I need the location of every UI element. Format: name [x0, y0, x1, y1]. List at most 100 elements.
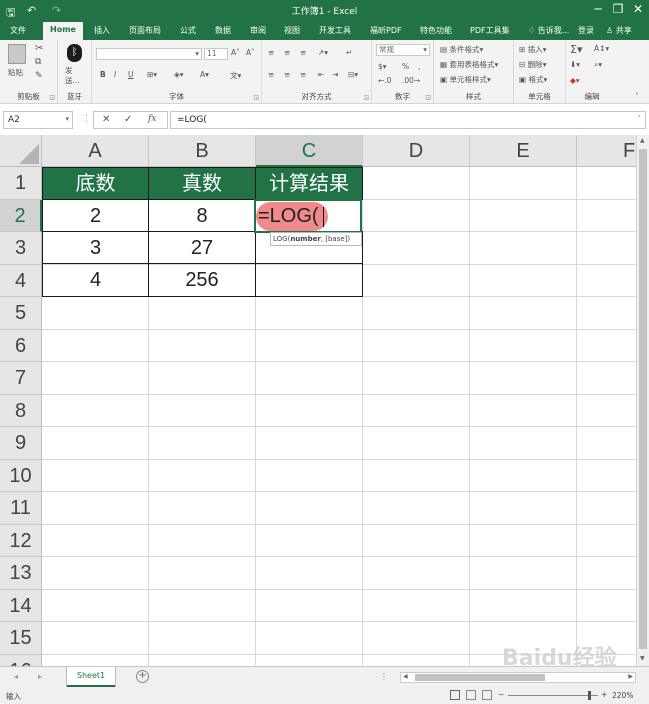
- sheet-tab-sheet1[interactable]: Sheet1: [67, 667, 115, 687]
- align-bottom-icon[interactable]: ≡: [300, 48, 306, 57]
- tab-insert[interactable]: 插入: [94, 25, 110, 36]
- horizontal-scrollbar[interactable]: ◀ ▶: [400, 672, 636, 683]
- shrink-font-icon[interactable]: A˅: [246, 48, 255, 57]
- zoom-level[interactable]: 220%: [612, 691, 633, 700]
- font-size-dropdown[interactable]: 11: [204, 48, 228, 60]
- row-header-3[interactable]: 3: [0, 232, 42, 265]
- number-format-dropdown[interactable]: 常规 ▾: [376, 44, 430, 56]
- row-header-13[interactable]: 13: [0, 557, 42, 590]
- format-as-table-button[interactable]: ▦ 套用表格格式▾: [440, 59, 498, 70]
- decrease-indent-icon[interactable]: ⇤: [318, 70, 324, 79]
- cell-b1[interactable]: 真数: [148, 167, 256, 200]
- insert-function-icon[interactable]: fx: [148, 114, 156, 124]
- clear-icon[interactable]: ◆▾: [570, 76, 580, 85]
- tab-developer[interactable]: 开发工具: [319, 25, 351, 36]
- tab-page-layout[interactable]: 页面布局: [129, 25, 161, 36]
- row-header-8[interactable]: 8: [0, 394, 42, 427]
- row-header-5[interactable]: 5: [0, 297, 42, 330]
- column-header-a[interactable]: A: [42, 135, 149, 167]
- page-break-view-icon[interactable]: [482, 690, 492, 700]
- align-center-icon[interactable]: ≡: [284, 70, 290, 79]
- column-header-d[interactable]: D: [363, 135, 470, 167]
- cell-b2[interactable]: 8: [148, 199, 256, 232]
- sort-filter-icon[interactable]: A↕▾: [594, 44, 609, 53]
- column-header-b[interactable]: B: [149, 135, 256, 167]
- fill-icon[interactable]: ⬇▾: [570, 60, 580, 69]
- format-button[interactable]: ▣ 格式▾: [519, 74, 547, 85]
- enter-icon[interactable]: ✓: [124, 114, 132, 125]
- restore-button[interactable]: ❐: [608, 2, 628, 16]
- bold-button[interactable]: B: [100, 70, 106, 79]
- decrease-decimal-icon[interactable]: .00→: [402, 76, 420, 85]
- row-header-2[interactable]: 2: [0, 199, 42, 232]
- worksheet-grid[interactable]: A B C D E F 12345678910111213141516 底数 真…: [0, 135, 636, 666]
- function-tooltip[interactable]: LOG(number, [base]): [270, 232, 362, 246]
- page-layout-view-icon[interactable]: [466, 690, 476, 700]
- normal-view-icon[interactable]: [450, 690, 460, 700]
- row-header-6[interactable]: 6: [0, 329, 42, 362]
- cell-c4[interactable]: [255, 263, 363, 297]
- row-header-15[interactable]: 15: [0, 622, 42, 655]
- prev-sheet-icon[interactable]: ◂: [14, 672, 18, 681]
- next-sheet-icon[interactable]: ▸: [38, 672, 42, 681]
- grow-font-icon[interactable]: A˄: [231, 48, 240, 57]
- font-color-icon[interactable]: A▾: [200, 70, 209, 79]
- dialog-launcher-icon[interactable]: ◲: [425, 94, 431, 101]
- cancel-icon[interactable]: ✕: [102, 114, 110, 125]
- row-header-4[interactable]: 4: [0, 264, 42, 297]
- zoom-in-icon[interactable]: +: [601, 690, 607, 699]
- horizontal-scroll-thumb[interactable]: [415, 674, 545, 681]
- tab-splitter-icon[interactable]: ⋮: [380, 672, 388, 681]
- dialog-launcher-icon[interactable]: ◲: [253, 94, 259, 101]
- cell-a4[interactable]: 4: [42, 263, 149, 297]
- row-header-12[interactable]: 12: [0, 524, 42, 557]
- scroll-left-icon[interactable]: ◀: [403, 673, 408, 680]
- vertical-scroll-thumb[interactable]: [639, 149, 647, 649]
- tab-home[interactable]: Home: [43, 22, 83, 40]
- italic-button[interactable]: I: [114, 70, 116, 79]
- wrap-text-icon[interactable]: ↵: [346, 48, 352, 57]
- increase-indent-icon[interactable]: ⇥: [332, 70, 338, 79]
- merge-icon[interactable]: ⊟▾: [348, 70, 358, 79]
- orientation-icon[interactable]: ↗▾: [318, 48, 328, 57]
- add-sheet-icon[interactable]: +: [136, 670, 149, 683]
- align-right-icon[interactable]: ≡: [300, 70, 306, 79]
- tab-features[interactable]: 特色功能: [420, 25, 452, 36]
- tab-formulas[interactable]: 公式: [180, 25, 196, 36]
- row-header-11[interactable]: 11: [0, 492, 42, 525]
- expand-formula-icon[interactable]: ˅: [638, 115, 642, 123]
- column-header-f[interactable]: F: [577, 135, 636, 167]
- minimize-button[interactable]: ─: [588, 2, 608, 16]
- align-top-icon[interactable]: ≡: [268, 48, 274, 57]
- align-left-icon[interactable]: ≡: [268, 70, 274, 79]
- name-box[interactable]: A2 ▾: [3, 111, 73, 129]
- zoom-out-icon[interactable]: −: [498, 690, 504, 699]
- cell-b4[interactable]: 256: [148, 263, 256, 297]
- align-middle-icon[interactable]: ≡: [284, 48, 290, 57]
- paste-button[interactable]: 粘贴: [8, 67, 23, 78]
- scroll-down-icon[interactable]: ▼: [640, 655, 645, 662]
- row-header-7[interactable]: 7: [0, 362, 42, 395]
- delete-button[interactable]: ⊟ 删除▾: [519, 59, 546, 70]
- active-cell-c2[interactable]: =LOG(: [254, 199, 362, 233]
- dialog-launcher-icon[interactable]: ◲: [363, 94, 369, 101]
- splitter-icon[interactable]: ⋮: [82, 114, 91, 124]
- conditional-format-button[interactable]: ▤ 条件格式▾: [440, 44, 483, 55]
- currency-icon[interactable]: $▾: [378, 62, 387, 71]
- tell-me-search[interactable]: ♢ 告诉我...: [528, 25, 569, 36]
- tab-file[interactable]: 文件: [10, 25, 26, 36]
- comma-icon[interactable]: ,: [418, 62, 420, 71]
- vertical-scrollbar[interactable]: ▲ ▼: [636, 135, 649, 666]
- cut-icon[interactable]: ✂: [35, 43, 43, 54]
- paste-icon[interactable]: [8, 44, 26, 64]
- cell-b3[interactable]: 27: [148, 231, 256, 264]
- collapse-ribbon-icon[interactable]: ˄: [635, 92, 639, 101]
- tab-foxit-pdf[interactable]: 福昕PDF: [370, 25, 402, 36]
- login-link[interactable]: 登录: [578, 25, 594, 36]
- zoom-slider-knob[interactable]: [588, 691, 591, 700]
- select-all-button[interactable]: [0, 135, 42, 167]
- phonetic-icon[interactable]: 文▾: [230, 70, 241, 81]
- autosum-button[interactable]: Σ▾: [570, 43, 582, 56]
- bluetooth-icon[interactable]: ᛒ: [67, 44, 82, 62]
- find-select-icon[interactable]: ⌕▾: [594, 60, 602, 70]
